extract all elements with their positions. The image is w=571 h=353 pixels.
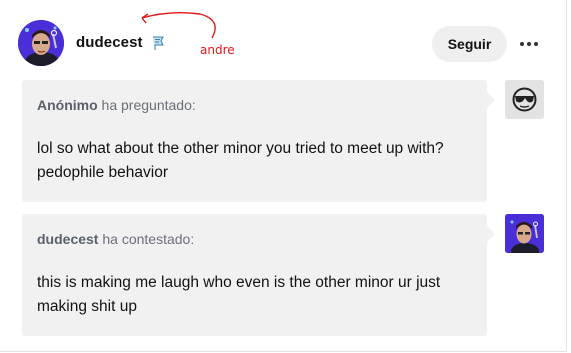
answer-verb: ha contestado:	[102, 231, 195, 247]
answerer-avatar[interactable]	[505, 214, 544, 253]
ask-text: lol so what about the other minor you tr…	[37, 140, 444, 181]
ask-verb: ha preguntado:	[101, 97, 196, 113]
post-card: dudecest andre Seguir Anónimo ha pregunt…	[0, 0, 567, 352]
sunglasses-face-icon	[505, 80, 544, 119]
answerer-name[interactable]: dudecest	[37, 231, 98, 247]
ask-bubble: Anónimo ha preguntado: lol so what about…	[22, 80, 495, 202]
anon-avatar	[505, 80, 544, 119]
user-avatar[interactable]	[18, 20, 64, 66]
post-header: dudecest andre Seguir	[0, 0, 566, 76]
more-options-icon[interactable]	[516, 34, 542, 54]
avatar-image	[18, 20, 64, 66]
avatar-image-small	[505, 214, 544, 253]
ask-meta: Anónimo ha preguntado:	[37, 97, 196, 113]
annotation-label: andre	[200, 43, 235, 57]
asker-name: Anónimo	[37, 97, 98, 113]
answer-text: this is making me laugh who even is the …	[37, 274, 441, 315]
answer-bubble: dudecest ha contestado: this is making m…	[22, 214, 495, 336]
follow-button[interactable]: Seguir	[432, 26, 507, 62]
answer-meta: dudecest ha contestado:	[37, 231, 194, 247]
annotation-arrow-icon	[141, 11, 216, 39]
